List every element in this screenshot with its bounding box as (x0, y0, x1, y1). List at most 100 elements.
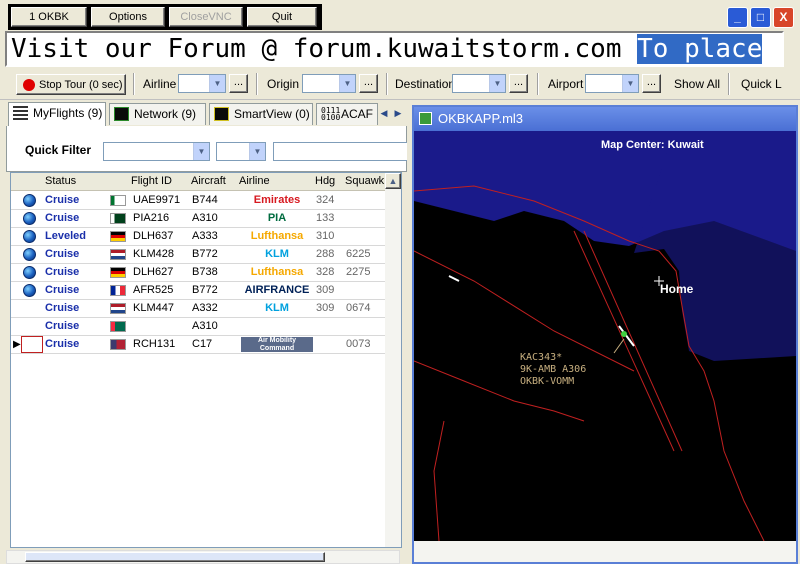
airline-logo: Lufthansa (250, 230, 304, 242)
close-button[interactable]: X (773, 7, 794, 28)
toolbar-separator (728, 73, 730, 95)
row-flight-id: AFR525 (133, 284, 174, 296)
flag-icon (110, 195, 126, 206)
table-row[interactable]: Cruise A310 (11, 318, 387, 336)
chevron-down-icon: ▼ (489, 75, 505, 92)
okbk-button[interactable]: 1 OKBK (11, 7, 87, 27)
radar-map[interactable]: Map Center: Kuwait Home KAC343* 9K-AMB A… (414, 131, 796, 541)
row-status: Leveled (45, 230, 86, 242)
row-squawk: 0073 (346, 338, 371, 350)
origin-select[interactable]: ▼ (302, 74, 356, 93)
quick-filter-field-select[interactable]: ▼ (103, 142, 210, 161)
airport-select[interactable]: ▼ (585, 74, 639, 93)
filter-toolbar: Stop Tour (0 sec) Airline ▼ ... Origin ▼… (0, 69, 800, 100)
airline-select[interactable]: ▼ (178, 74, 226, 93)
flag-icon (110, 285, 126, 296)
scroll-up-icon[interactable]: ▲ (385, 173, 401, 189)
origin-browse-button[interactable]: ... (359, 74, 378, 93)
target-datablock[interactable]: KAC343* 9K-AMB A306 OKBK-VOMM (520, 352, 586, 388)
command-button-group: 1 OKBK Options CloseVNC Quit (8, 4, 322, 30)
scrollbar-thumb[interactable] (25, 552, 325, 562)
minimize-button[interactable]: _ (727, 7, 748, 28)
tab-myflights[interactable]: MyFlights (9) (8, 102, 106, 126)
table-row[interactable]: Cruise DLH627 B738 Lufthansa 328 2275 (11, 264, 387, 282)
quick-filter-operator-select[interactable]: ▼ (216, 142, 266, 161)
record-icon (23, 79, 35, 91)
flag-icon (110, 213, 126, 224)
column-hdg[interactable]: Hdg (315, 175, 335, 187)
table-row[interactable]: Cruise KLM447 A332 KLM 309 0674 (11, 300, 387, 318)
column-aircraft[interactable]: Aircraft (191, 175, 226, 187)
row-status: Cruise (45, 248, 80, 260)
row-heading: 309 (316, 284, 335, 296)
row-flight-id: KLM428 (133, 248, 174, 260)
column-squawk[interactable]: Squawk (345, 175, 384, 187)
table-vertical-scrollbar[interactable]: ▲ (385, 173, 401, 547)
tab-network[interactable]: Network (9) (109, 103, 206, 125)
chevron-down-icon: ▼ (622, 75, 638, 92)
origin-label: Origin (267, 77, 300, 91)
table-row[interactable]: Cruise AFR525 B772 AIRFRANCE 309 (11, 282, 387, 300)
table-row[interactable]: Leveled DLH637 A333 Lufthansa 310 (11, 228, 387, 246)
runway-approach-line (573, 230, 675, 452)
table-row[interactable]: Cruise KLM428 B772 KLM 288 6225 (11, 246, 387, 264)
row-status: Cruise (45, 284, 80, 296)
globe-icon (23, 266, 36, 279)
table-row[interactable]: Cruise UAE9971 B744 Emirates 324 (11, 192, 387, 210)
globe-icon (23, 194, 36, 207)
closevnc-button[interactable]: CloseVNC (169, 7, 243, 27)
maximize-button[interactable]: □ (750, 7, 771, 28)
row-aircraft: A332 (192, 302, 218, 314)
aircraft-target-icon[interactable] (621, 331, 627, 337)
map-horizontal-scrollbar[interactable] (414, 541, 796, 562)
destination-select[interactable]: ▼ (452, 74, 506, 93)
top-button-bar: 1 OKBK Options CloseVNC Quit _ □ X (0, 0, 800, 31)
aircraft-trail (448, 275, 460, 282)
row-status: Cruise (45, 212, 80, 224)
flag-icon (110, 321, 126, 332)
row-flight-id: KLM447 (133, 302, 174, 314)
quit-button[interactable]: Quit (247, 7, 317, 27)
row-aircraft: C17 (192, 338, 213, 350)
column-status[interactable]: Status (45, 175, 76, 187)
globe-icon (23, 230, 36, 243)
tab-acars-label: ACAF (341, 107, 374, 121)
toolbar-separator (256, 73, 258, 95)
row-aircraft: A333 (192, 230, 218, 242)
map-window: OKBKAPP.ml3 Map Center: Kuwait Home KAC3… (412, 105, 798, 564)
airline-logo: Emirates (253, 194, 301, 206)
row-heading: 133 (316, 212, 335, 224)
quick-filter-panel: Quick Filter ▼ ▼ (6, 126, 407, 172)
column-flight-id[interactable]: Flight ID (131, 175, 172, 187)
airline-logo: PIA (267, 212, 287, 224)
map-title: OKBKAPP.ml3 (438, 111, 524, 126)
chevron-down-icon: ▼ (249, 143, 265, 160)
airline-logo: AIRFRANCE (244, 284, 310, 296)
column-airline[interactable]: Airline (239, 175, 270, 187)
news-ticker: Visit our Forum @ forum.kuwaitstorm.com … (5, 31, 784, 67)
table-row[interactable]: ▶ Cruise RCH131 C17 Air Mobility Command 0073 (11, 336, 387, 354)
runway-approach-line (583, 230, 683, 452)
airport-browse-button[interactable]: ... (642, 74, 661, 93)
stop-tour-button[interactable]: Stop Tour (0 sec) (16, 74, 126, 95)
flag-icon (110, 267, 126, 278)
table-horizontal-scrollbar[interactable] (6, 550, 400, 564)
map-drawing (414, 131, 796, 541)
table-row[interactable]: Cruise PIA216 A310 PIA 133 (11, 210, 387, 228)
tab-scroll-right-icon[interactable]: ▶ (391, 107, 405, 121)
airline-browse-button[interactable]: ... (229, 74, 248, 93)
row-squawk: 6225 (346, 248, 371, 260)
destination-browse-button[interactable]: ... (509, 74, 528, 93)
tab-acars[interactable]: 0111 0100 ACAF (316, 103, 378, 125)
tab-scroll-left-icon[interactable]: ◀ (377, 107, 391, 121)
flights-table: Status Flight ID Aircraft Airline Hdg Sq… (10, 172, 402, 548)
tab-smartview[interactable]: SmartView (0) (209, 103, 313, 125)
row-pointer-icon: ▶ (13, 339, 21, 350)
row-status: Cruise (45, 194, 80, 206)
chevron-down-icon: ▼ (193, 143, 209, 160)
toolbar-separator (537, 73, 539, 95)
quick-filter-value-input[interactable] (273, 142, 407, 161)
options-button[interactable]: Options (91, 7, 165, 27)
row-squawk: 0674 (346, 302, 371, 314)
show-all-button[interactable]: Show All (674, 74, 720, 95)
